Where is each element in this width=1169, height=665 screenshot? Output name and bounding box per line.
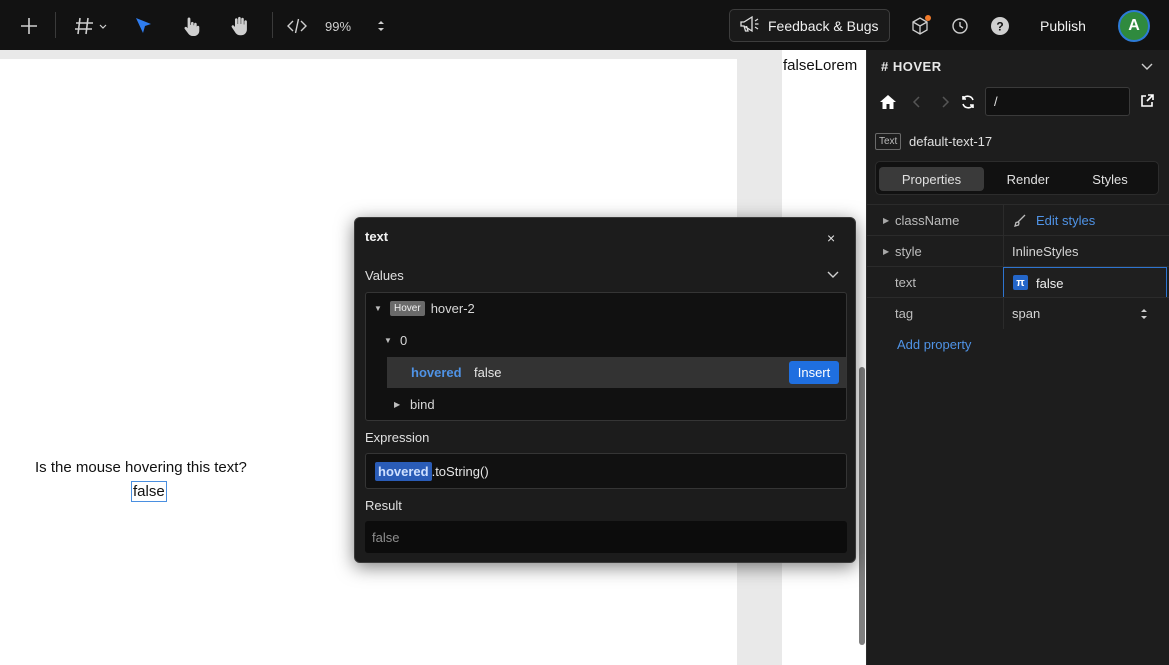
avatar[interactable]: A bbox=[1118, 10, 1150, 42]
hover-value-text[interactable]: false bbox=[131, 481, 167, 502]
top-toolbar: 99% Feedback & Bugs ? Publish A bbox=[0, 0, 1169, 50]
frame-text[interactable]: falseLorem bbox=[783, 57, 857, 74]
prop-name: text bbox=[895, 275, 916, 290]
panel-heading: # HOVER bbox=[881, 59, 942, 74]
zoom-level[interactable]: 99% bbox=[325, 19, 351, 34]
popover-title: text bbox=[365, 229, 389, 244]
tag-select[interactable]: span bbox=[1012, 306, 1040, 321]
prop-name: style bbox=[895, 244, 922, 259]
result-label: Result bbox=[365, 498, 402, 513]
edit-styles-link[interactable]: Edit styles bbox=[1036, 213, 1095, 228]
tree-row-index[interactable]: ▼ 0 bbox=[384, 333, 407, 348]
prop-divider bbox=[1003, 298, 1004, 329]
tree-root-label: hover-2 bbox=[430, 301, 475, 316]
expression-popover: text × Values ▼ Hover hover-2 ▼ 0 hovere… bbox=[354, 217, 856, 563]
route-path-input[interactable]: / bbox=[985, 87, 1130, 116]
text-value-field[interactable]: π false bbox=[1003, 267, 1167, 298]
expression-token: hovered bbox=[375, 461, 432, 481]
feedback-label: Feedback & Bugs bbox=[768, 17, 879, 34]
brush-icon bbox=[1013, 214, 1027, 231]
caret-down-icon[interactable]: ▼ bbox=[384, 336, 394, 345]
notification-dot bbox=[925, 15, 931, 21]
tree-index-label: 0 bbox=[400, 333, 408, 348]
grid-icon[interactable] bbox=[74, 13, 110, 39]
caret-right-icon[interactable]: ▶ bbox=[394, 400, 404, 409]
close-icon[interactable]: × bbox=[827, 230, 835, 246]
insert-button[interactable]: Insert bbox=[789, 361, 839, 384]
toolbar-divider bbox=[272, 12, 273, 38]
toolbar-divider bbox=[55, 12, 56, 38]
prop-divider bbox=[1003, 205, 1004, 236]
hovered-key: hovered bbox=[411, 365, 462, 380]
tab-styles[interactable]: Styles bbox=[1066, 167, 1154, 191]
tree-row-bind[interactable]: ▶ bind bbox=[394, 397, 435, 412]
expression-rest: .toString() bbox=[431, 463, 489, 479]
tree-bind-label: bind bbox=[410, 397, 435, 412]
caret-right-icon[interactable]: ▶ bbox=[883, 216, 889, 225]
values-label: Values bbox=[365, 268, 404, 283]
panel-heading-label: HOVER bbox=[892, 59, 942, 74]
add-icon[interactable] bbox=[18, 13, 40, 39]
expression-pi-icon[interactable]: π bbox=[1013, 275, 1028, 290]
home-icon[interactable] bbox=[879, 93, 897, 114]
prop-value: false bbox=[1036, 276, 1064, 291]
forward-arrow-icon[interactable] bbox=[939, 95, 951, 112]
expression-label: Expression bbox=[365, 430, 430, 445]
chevron-down-icon[interactable] bbox=[1140, 60, 1154, 77]
tree-row-hovered[interactable]: hovered false Insert bbox=[387, 357, 846, 388]
megaphone-icon bbox=[738, 14, 760, 37]
feedback-button[interactable]: Feedback & Bugs bbox=[729, 9, 890, 42]
values-tree: ▼ Hover hover-2 ▼ 0 hovered false Insert… bbox=[365, 292, 847, 421]
publish-button[interactable]: Publish bbox=[1040, 18, 1086, 34]
refresh-icon[interactable] bbox=[960, 94, 976, 113]
hovered-value: false bbox=[474, 365, 502, 380]
prop-divider bbox=[1003, 236, 1004, 267]
prop-row-classname: ▶ className Edit styles bbox=[867, 204, 1169, 236]
inspector-panel: # HOVER / Text default-text-17 Propertie… bbox=[866, 50, 1169, 665]
component-type-badge: Text bbox=[875, 133, 902, 150]
add-property-link[interactable]: Add property bbox=[897, 337, 971, 352]
hand-pan-icon[interactable] bbox=[229, 13, 251, 39]
prop-value[interactable]: InlineStyles bbox=[1012, 244, 1078, 259]
code-icon[interactable] bbox=[286, 13, 308, 39]
select-stepper-icon[interactable] bbox=[1139, 307, 1149, 324]
help-icon[interactable]: ? bbox=[989, 13, 1011, 39]
history-icon[interactable] bbox=[949, 13, 971, 39]
zoom-stepper-icon[interactable] bbox=[375, 13, 387, 39]
question-text[interactable]: Is the mouse hovering this text? bbox=[35, 459, 247, 476]
hand-pointer-icon[interactable] bbox=[181, 13, 203, 39]
tree-row-hover[interactable]: ▼ Hover hover-2 bbox=[374, 301, 475, 316]
expression-input[interactable]: hovered .toString() bbox=[365, 453, 847, 489]
component-name: default-text-17 bbox=[909, 134, 993, 149]
result-output: false bbox=[365, 521, 847, 553]
select-pointer-icon[interactable] bbox=[133, 13, 155, 39]
tab-properties[interactable]: Properties bbox=[879, 167, 984, 191]
route-nav: / bbox=[867, 87, 1169, 117]
tab-render[interactable]: Render bbox=[984, 167, 1072, 191]
prop-name: tag bbox=[895, 306, 914, 321]
external-link-icon[interactable] bbox=[1140, 94, 1154, 111]
prop-row-tag: tag span bbox=[867, 297, 1169, 329]
prop-name: className bbox=[895, 213, 960, 228]
caret-right-icon[interactable]: ▶ bbox=[883, 247, 889, 256]
back-arrow-icon[interactable] bbox=[911, 95, 923, 112]
canvas-scrollbar[interactable] bbox=[859, 367, 865, 645]
prop-row-style: ▶ style InlineStyles bbox=[867, 235, 1169, 267]
panel-tabs: Properties Render Styles bbox=[875, 161, 1159, 195]
caret-down-icon[interactable]: ▼ bbox=[374, 304, 384, 313]
prop-row-text: text π false bbox=[867, 266, 1169, 298]
chevron-down-icon[interactable] bbox=[826, 268, 840, 285]
hash-icon: # bbox=[881, 59, 889, 74]
hover-badge: Hover bbox=[390, 301, 425, 316]
svg-text:?: ? bbox=[996, 20, 1003, 34]
